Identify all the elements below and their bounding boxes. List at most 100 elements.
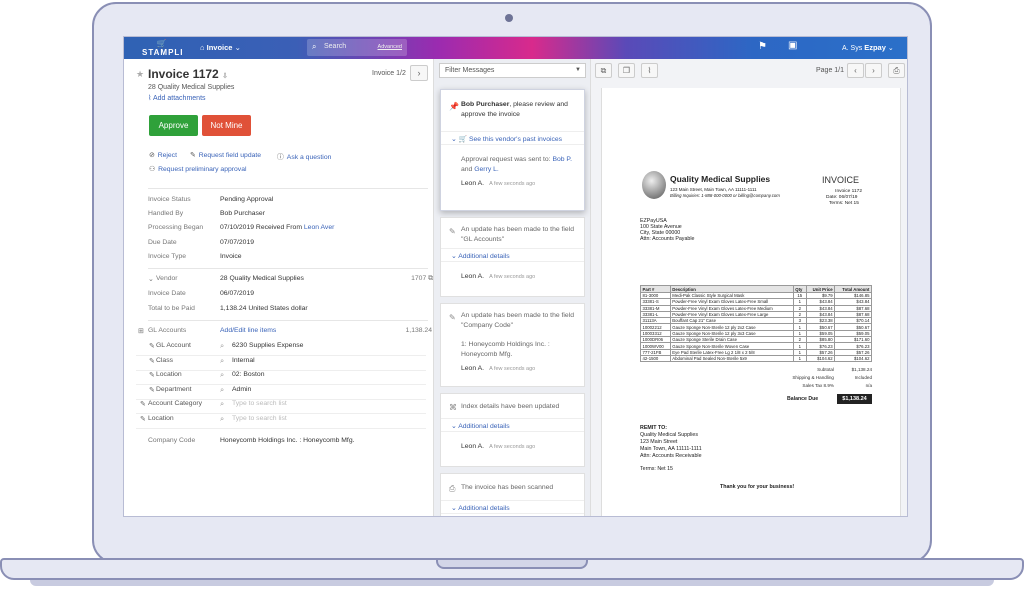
user-menu[interactable]: A. Sys Ezpay ⌄: [842, 43, 894, 52]
message-card-scanned[interactable]: ⎙ The invoice has been scanned ⌄ Additio…: [440, 473, 585, 516]
additional-label: Additional details: [458, 423, 510, 430]
home-icon: ⌂: [200, 43, 205, 52]
message-card-company-code[interactable]: ✎ An update has been made to the field "…: [440, 303, 585, 387]
received-from-link[interactable]: Leon Aver: [304, 224, 335, 231]
field-value[interactable]: 06/07/2019: [220, 290, 254, 297]
paperclip-icon: ⌇: [148, 95, 152, 102]
author-name[interactable]: Leon A.: [461, 180, 484, 187]
pages-icon[interactable]: ❐: [618, 63, 635, 78]
field-value[interactable]: Honeycomb Holdings Inc. : Honeycomb Mfg.: [220, 437, 355, 444]
chevron-down-icon: ⌄: [887, 45, 894, 52]
gl-value[interactable]: 6230 Supplies Expense: [232, 342, 303, 349]
invoice-title: Invoice 1172 ⇩: [148, 67, 228, 81]
attach-icon[interactable]: ⌇: [641, 63, 658, 78]
next-invoice-button[interactable]: ›: [410, 65, 428, 81]
gl-row-department[interactable]: ✎ Department ⌕ Admin: [136, 385, 426, 400]
message-card-approval[interactable]: 📌 Bob Purchaser, please review and appro…: [440, 89, 585, 211]
field-value[interactable]: 07/07/2019: [220, 239, 254, 246]
stampli-logo[interactable]: 🛒 STAMPLI: [142, 39, 183, 58]
scanner-icon: ⎙: [449, 484, 456, 493]
author-name[interactable]: Leon A.: [461, 365, 484, 372]
field-label: Due Date: [148, 239, 177, 246]
search-box[interactable]: ⌕ Search Advanced: [307, 39, 407, 56]
ask-question-link[interactable]: ⓘ Ask a question: [277, 151, 331, 161]
total-label: Subtotal: [817, 367, 834, 372]
approve-button[interactable]: Approve: [149, 115, 198, 136]
remit-line: 123 Main Street: [640, 439, 678, 445]
field-value: 07/10/2019 Received From Leon Aver: [220, 224, 334, 231]
copy-icon[interactable]: ⧉: [428, 275, 433, 282]
invoice-nav-menu[interactable]: ⌂ Invoice ⌄: [200, 43, 241, 52]
download-icon[interactable]: ⇩: [222, 73, 228, 80]
recipient-link[interactable]: Gerry L.: [474, 166, 499, 173]
advanced-search-link[interactable]: Advanced: [378, 44, 402, 50]
field-label: Company Code: [148, 437, 196, 444]
field-value[interactable]: Invoice: [220, 253, 242, 260]
cart-icon: 🛒: [156, 39, 168, 48]
filter-label: Filter Messages: [445, 67, 495, 74]
message-card-index-update[interactable]: ⌘ Index details have been updated ⌄ Addi…: [440, 393, 585, 467]
gl-row-location-2[interactable]: ✎ Location ⌕ Type to search list: [136, 414, 426, 429]
collapse-icon[interactable]: ⌄: [148, 275, 154, 283]
author-name[interactable]: Leon A.: [461, 443, 484, 450]
pencil-icon: ✎: [140, 401, 146, 408]
inbox-icon[interactable]: ▣: [788, 40, 797, 51]
next-page-button[interactable]: ›: [865, 63, 882, 78]
gl-value[interactable]: Internal: [232, 357, 255, 364]
additional-details-link[interactable]: ⌄ Additional details: [441, 418, 584, 432]
table-header-row: Part # Description Qty Unit Price Total …: [640, 285, 872, 293]
sender-name: Bob Purchaser: [461, 101, 510, 108]
filter-messages-select[interactable]: Filter Messages ▼: [439, 63, 586, 78]
message-body: The invoice has been scanned: [461, 484, 554, 491]
request-field-update-link[interactable]: ✎ Request field update: [190, 151, 261, 159]
recipient-link[interactable]: Bob P.: [552, 156, 572, 163]
invoice-document: Quality Medical Supplies 123 Main Street…: [601, 88, 901, 516]
dropdown-arrow-icon: ▼: [575, 67, 581, 73]
star-icon[interactable]: ★: [136, 69, 144, 80]
field-value[interactable]: 1,138.24 United States dollar: [220, 305, 308, 312]
add-attachments-link[interactable]: ⌇ Add attachments: [148, 94, 206, 102]
author-name[interactable]: Leon A.: [461, 273, 484, 280]
doc-terms: Terms: Net 15: [829, 201, 859, 206]
gl-label: Class: [156, 357, 173, 364]
search-input[interactable]: Search: [324, 43, 346, 50]
field-due-date[interactable]: Due Date 07/07/2019: [148, 239, 433, 253]
field-value[interactable]: 28 Quality Medical Supplies: [220, 275, 304, 282]
additional-details-link[interactable]: ⌄ Additional details: [441, 248, 584, 262]
additional-details-link[interactable]: ⌄ Additional details: [441, 500, 584, 514]
message-card-gl-update[interactable]: ✎ An update has been made to the field "…: [440, 217, 585, 297]
gl-value[interactable]: Admin: [232, 386, 251, 393]
account-category-input[interactable]: Type to search list: [232, 400, 287, 407]
prev-page-button[interactable]: ‹: [847, 63, 864, 78]
total-value: $1,138.24: [851, 367, 872, 372]
location-input[interactable]: Type to search list: [232, 415, 287, 422]
field-invoice-type[interactable]: Invoice Type Invoice: [148, 253, 433, 267]
pencil-icon: ✎: [149, 372, 155, 379]
remit-title: REMIT TO:: [640, 425, 667, 431]
past-invoices-link[interactable]: ⌄ 🛒 See this vendor's past invoices: [441, 131, 584, 145]
column-header: Part #: [640, 285, 671, 293]
field-vendor[interactable]: ⌄ Vendor 28 Quality Medical Supplies 1707 ⧉: [148, 275, 433, 289]
reject-link[interactable]: ⊘ Reject: [149, 151, 177, 159]
add-edit-line-items-link[interactable]: Add/Edit line items: [220, 327, 276, 334]
gl-label: Location: [148, 415, 174, 422]
print-icon[interactable]: ⎙: [888, 63, 905, 78]
past-invoices-label: See this vendor's past invoices: [468, 136, 563, 143]
flag-icon[interactable]: ⚑: [758, 41, 767, 52]
field-total[interactable]: Total to be Paid 1,138.24 United States d…: [148, 305, 433, 319]
gl-row-class[interactable]: ✎ Class ⌕ Internal: [136, 356, 426, 371]
not-mine-button[interactable]: Not Mine: [202, 115, 251, 136]
message-author: Leon A. A few seconds ago: [461, 273, 535, 280]
column-header: Total Amount: [834, 285, 872, 293]
remit-line: Main Town, AA 11111-1111: [640, 446, 702, 452]
grid-icon: ⊞: [138, 328, 144, 335]
request-preliminary-link[interactable]: ⚇ Request preliminary approval: [149, 165, 247, 173]
gl-row-account-category[interactable]: ✎ Account Category ⌕ Type to search list: [136, 399, 426, 414]
gl-row-location[interactable]: ✎ Location ⌕ 02: Boston: [136, 370, 426, 385]
gl-value[interactable]: 02: Boston: [232, 371, 265, 378]
field-invoice-date[interactable]: Invoice Date 06/07/2019: [148, 290, 433, 304]
field-company-code[interactable]: Company Code Honeycomb Holdings Inc. : Ho…: [148, 437, 433, 451]
split-view-icon[interactable]: ⧉: [595, 63, 612, 78]
field-invoice-status: Invoice Status Pending Approval: [148, 196, 433, 210]
gl-row-account[interactable]: ✎ GL Account ⌕ 6230 Supplies Expense: [136, 341, 426, 356]
